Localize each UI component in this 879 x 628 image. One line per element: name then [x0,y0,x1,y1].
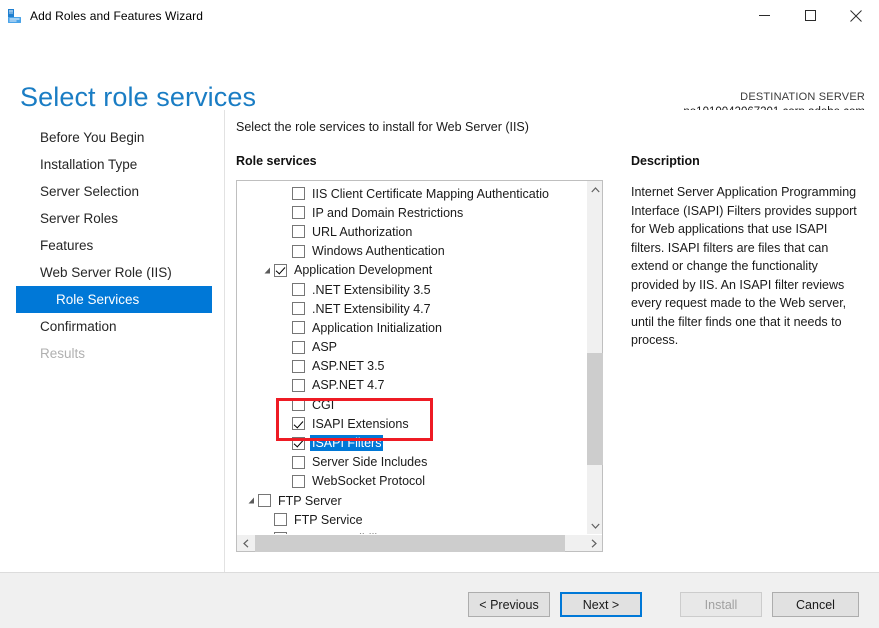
tree-item-label: URL Authorization [312,225,415,239]
sidebar-item-server-roles[interactable]: Server Roles [0,205,224,232]
next-button[interactable]: Next > [560,592,642,617]
expander-collapse-icon[interactable] [245,497,258,504]
checkbox-unchecked[interactable] [292,187,305,200]
sidebar-item-web-server-role-iis[interactable]: Web Server Role (IIS) [0,259,224,286]
close-button[interactable] [833,0,879,31]
wizard-footer: < Previous Next > Install Cancel [0,572,879,628]
window-title: Add Roles and Features Wizard [30,9,203,23]
tree-item-label: ASP.NET 3.5 [312,359,388,373]
scroll-left-icon[interactable] [237,535,254,552]
sidebar-item-server-selection[interactable]: Server Selection [0,178,224,205]
maximize-button[interactable] [787,0,833,31]
sidebar-item-installation-type[interactable]: Installation Type [0,151,224,178]
vertical-scrollbar-thumb[interactable] [587,353,603,465]
wizard-header: Select role services DESTINATION SERVER … [0,32,879,111]
tree-row[interactable]: URL Authorization [237,222,587,241]
checkbox-unchecked[interactable] [292,398,305,411]
tree-item-label: Windows Authentication [312,244,448,258]
tree-item-label: IIS Client Certificate Mapping Authentic… [312,187,552,201]
sidebar-item-features[interactable]: Features [0,232,224,259]
scroll-up-icon[interactable] [587,181,603,198]
checkbox-unchecked[interactable] [292,456,305,469]
tree-item-label: .NET Extensibility 3.5 [312,283,434,297]
horizontal-scrollbar-thumb[interactable] [255,535,565,552]
checkbox-checked[interactable] [274,264,287,277]
tree-row[interactable]: IP and Domain Restrictions [237,203,587,222]
tree-row[interactable]: Windows Authentication [237,242,587,261]
role-services-tree[interactable]: IIS Client Certificate Mapping Authentic… [237,181,587,534]
destination-server-label: DESTINATION SERVER [683,90,865,105]
checkbox-unchecked[interactable] [292,321,305,334]
vertical-scrollbar[interactable] [586,181,602,534]
tree-row[interactable]: ASP.NET 3.5 [237,357,587,376]
minimize-button[interactable] [741,0,787,31]
wizard-nav-sidebar: Before You BeginInstallation TypeServer … [0,110,225,572]
role-services-pane: Select the role services to install for … [225,110,617,572]
checkbox-checked[interactable] [292,417,305,430]
sidebar-item-results: Results [0,340,224,367]
sidebar-item-role-services[interactable]: Role Services [16,286,212,313]
checkbox-unchecked[interactable] [292,245,305,258]
server-wizard-icon [7,8,23,24]
tree-row[interactable]: Application Development [237,261,587,280]
sidebar-item-before-you-begin[interactable]: Before You Begin [0,124,224,151]
tree-item-label: FTP Service [294,513,366,527]
tree-row[interactable]: .NET Extensibility 4.7 [237,299,587,318]
checkbox-unchecked[interactable] [292,283,305,296]
tree-item-label: Application Initialization [312,321,445,335]
window-controls [741,0,879,31]
checkbox-checked[interactable] [292,437,305,450]
horizontal-scrollbar[interactable] [237,534,602,551]
description-panel: Description Internet Server Application … [617,110,879,572]
tree-item-label: WebSocket Protocol [312,474,428,488]
tree-item-label: CGI [312,398,337,412]
tree-row[interactable]: Server Side Includes [237,453,587,472]
tree-item-label: ASP [312,340,340,354]
tree-row[interactable]: ISAPI Filters [237,433,587,452]
tree-item-label: .NET Extensibility 4.7 [312,302,434,316]
tree-row[interactable]: IIS Client Certificate Mapping Authentic… [237,184,587,203]
checkbox-unchecked[interactable] [292,206,305,219]
tree-row[interactable]: .NET Extensibility 3.5 [237,280,587,299]
tree-item-label: IP and Domain Restrictions [312,206,466,220]
tree-item-label: Server Side Includes [312,455,430,469]
tree-row[interactable]: FTP Service [237,510,587,529]
checkbox-unchecked[interactable] [292,475,305,488]
tree-row[interactable]: ASP [237,338,587,357]
checkbox-unchecked[interactable] [292,360,305,373]
tree-row[interactable]: CGI [237,395,587,414]
tree-item-label: ASP.NET 4.7 [312,378,388,392]
window-titlebar: Add Roles and Features Wizard [0,0,879,32]
instruction-text: Select the role services to install for … [236,120,529,134]
checkbox-unchecked[interactable] [292,302,305,315]
scroll-down-icon[interactable] [587,517,603,534]
previous-button[interactable]: < Previous [468,592,550,617]
tree-row[interactable]: FTP Server [237,491,587,510]
role-services-listbox[interactable]: IIS Client Certificate Mapping Authentic… [236,180,603,552]
scroll-right-icon[interactable] [585,535,602,552]
description-title: Description [631,154,879,168]
checkbox-unchecked[interactable] [292,379,305,392]
role-services-label: Role services [236,154,317,168]
wizard-body: Before You BeginInstallation TypeServer … [0,110,879,572]
tree-row[interactable]: WebSocket Protocol [237,472,587,491]
install-button: Install [680,592,762,617]
checkbox-unchecked[interactable] [292,341,305,354]
tree-item-label: FTP Server [278,494,345,508]
description-text: Internet Server Application Programming … [631,183,861,350]
checkbox-unchecked[interactable] [258,494,271,507]
tree-row[interactable]: ASP.NET 4.7 [237,376,587,395]
page-title: Select role services [20,84,256,111]
checkbox-unchecked[interactable] [292,225,305,238]
tree-row[interactable]: Application Initialization [237,318,587,337]
expander-collapse-icon[interactable] [261,267,274,274]
tree-item-label: ISAPI Filters [310,435,383,451]
tree-item-label: ISAPI Extensions [312,417,412,431]
tree-row[interactable]: ISAPI Extensions [237,414,587,433]
cancel-button[interactable]: Cancel [772,592,859,617]
sidebar-item-confirmation[interactable]: Confirmation [0,313,224,340]
checkbox-unchecked[interactable] [274,513,287,526]
tree-item-label: Application Development [294,263,435,277]
